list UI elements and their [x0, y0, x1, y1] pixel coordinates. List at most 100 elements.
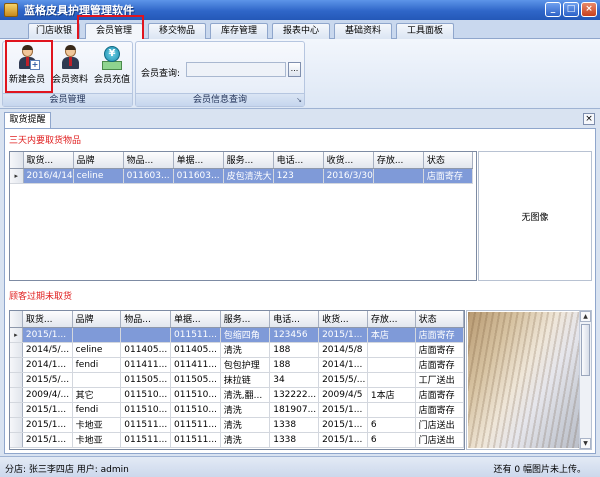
row-header-corner: [10, 311, 23, 328]
table-cell: 卡地亚: [72, 417, 122, 433]
row-selector[interactable]: [10, 357, 23, 373]
close-tab-icon[interactable]: ×: [583, 113, 595, 125]
row-selector[interactable]: ▸: [10, 327, 23, 343]
new-member-icon: +: [16, 45, 40, 70]
table-cell: 2015/1...: [22, 402, 73, 418]
image-scrollbar[interactable]: ▲ ▼: [579, 311, 591, 449]
overdue-grid[interactable]: 取货... 品牌 物品... 单据... 服务... 电话... 收货... 存放... 状态 ▸…: [9, 310, 465, 450]
tab-tools[interactable]: 工具面板: [396, 23, 454, 39]
column-header[interactable]: 收货...: [323, 152, 374, 169]
member-query-input[interactable]: [186, 62, 286, 77]
table-cell: 123456: [269, 327, 320, 343]
column-header[interactable]: 存放...: [367, 311, 416, 328]
row-selector[interactable]: [10, 402, 23, 418]
scroll-up-icon[interactable]: ▲: [580, 311, 591, 322]
close-button[interactable]: ×: [581, 2, 597, 17]
table-cell: 2009/4/...: [22, 387, 73, 403]
row-selector[interactable]: [10, 417, 23, 433]
column-header[interactable]: 单据...: [170, 311, 221, 328]
table-cell: 皮包清洗大: [223, 168, 274, 184]
member-management-group: + 新建会员 会员资料 ¥ 会员充值 会员管理: [2, 41, 133, 107]
table-cell: 34: [269, 372, 320, 388]
member-query-browse-button[interactable]: ...: [288, 62, 301, 77]
table-row[interactable]: 2009/4/... 其它 011510... 011510... 清洗,翻... 132…: [10, 387, 464, 403]
table-cell: 门店送出: [415, 432, 464, 448]
table-row[interactable]: ▸ 2015/1... 011511... 包缩四角 123456 2015/1... 本店…: [10, 327, 464, 343]
table-cell: 店面寄存: [423, 168, 473, 184]
table-cell: 2015/1...: [318, 417, 368, 433]
column-header[interactable]: 状态: [423, 152, 473, 169]
new-member-button[interactable]: + 新建会员: [7, 44, 47, 90]
column-header[interactable]: 取货...: [23, 152, 74, 169]
tab-pickup-reminder[interactable]: 取货提醒: [4, 112, 51, 128]
column-header[interactable]: 单据...: [173, 152, 224, 169]
member-info-button[interactable]: 会员资料: [50, 44, 90, 90]
column-header[interactable]: 服务...: [223, 152, 274, 169]
table-cell: 2014/1...: [22, 357, 73, 373]
column-header[interactable]: 服务...: [220, 311, 271, 328]
table-cell: 2015/1...: [22, 327, 73, 343]
column-header[interactable]: 品牌: [73, 152, 124, 169]
member-query-label: 会员查询:: [141, 69, 181, 79]
table-row[interactable]: 2015/1... 卡地亚 011511... 011511... 清洗 1338 2015…: [10, 432, 464, 448]
column-header[interactable]: 电话...: [273, 152, 324, 169]
table-cell: 包包护理: [220, 357, 271, 373]
due-soon-grid[interactable]: 取货... 品牌 物品... 单据... 服务... 电话... 收货... 存放... 状态 ▸…: [9, 151, 477, 281]
table-cell: 011405...: [170, 342, 221, 358]
row-selector[interactable]: ▸: [10, 168, 24, 184]
tab-basic-data[interactable]: 基础资料: [334, 23, 392, 39]
table-cell: [120, 327, 172, 343]
overdue-table: 取货... 品牌 物品... 单据... 服务... 电话... 收货... 存放... 状态 ▸…: [10, 311, 464, 448]
column-header[interactable]: 状态: [415, 311, 464, 328]
status-store-user: 分店: 张三李四店 用户: admin: [5, 465, 129, 475]
table-row[interactable]: 2015/1... 卡地亚 011511... 011511... 清洗 1338 2015…: [10, 417, 464, 433]
table-cell: 卡地亚: [72, 432, 122, 448]
scroll-down-icon[interactable]: ▼: [580, 438, 591, 449]
column-header[interactable]: 收货...: [318, 311, 368, 328]
tab-reports[interactable]: 报表中心: [272, 23, 330, 39]
column-header[interactable]: 存放...: [373, 152, 424, 169]
table-cell: celine: [73, 168, 124, 184]
column-header[interactable]: 物品...: [123, 152, 174, 169]
table-cell: 011511...: [170, 417, 221, 433]
table-row[interactable]: 2014/5/... celine 011405... 011405... 清洗 188 2…: [10, 342, 464, 358]
column-header[interactable]: 取货...: [22, 311, 73, 328]
row-selector[interactable]: [10, 387, 23, 403]
tab-checkout[interactable]: 门店收银: [28, 23, 80, 39]
tab-transfer-items[interactable]: 移交物品: [148, 23, 206, 39]
table-cell: 清洗: [220, 417, 271, 433]
row-selector[interactable]: [10, 432, 23, 448]
table-cell: 188: [269, 342, 320, 358]
table-row[interactable]: ▸ 2016/4/14 celine 011603... 011603... 皮包清洗大 1…: [10, 168, 473, 184]
table-cell: 011405...: [120, 342, 172, 358]
item-photo: [468, 312, 590, 448]
table-cell: 011511...: [170, 327, 221, 343]
tab-inventory[interactable]: 库存管理: [210, 23, 268, 39]
member-recharge-label: 会员充值: [93, 75, 130, 85]
scroll-thumb[interactable]: [581, 324, 590, 376]
maximize-button[interactable]: □: [563, 2, 579, 17]
table-cell: 1338: [269, 417, 320, 433]
column-header[interactable]: 物品...: [120, 311, 172, 328]
tab-member-management[interactable]: 会员管理: [85, 23, 143, 40]
table-cell: 011510...: [170, 402, 221, 418]
table-cell: 清洗: [220, 402, 271, 418]
table-cell: 181907...: [269, 402, 320, 418]
status-upload-count: 还有 0 幅图片未上传。: [493, 465, 586, 475]
table-cell: 011510...: [120, 402, 172, 418]
row-selector[interactable]: [10, 372, 23, 388]
table-cell: 011510...: [120, 387, 172, 403]
column-header[interactable]: 品牌: [72, 311, 122, 328]
minimize-button[interactable]: _: [545, 2, 561, 17]
row-selector[interactable]: [10, 342, 23, 358]
table-cell: 6: [367, 432, 416, 448]
member-recharge-button[interactable]: ¥ 会员充值: [92, 44, 132, 90]
column-header[interactable]: 电话...: [269, 311, 320, 328]
table-row[interactable]: 2014/1... fendi 011411... 011411... 包包护理 188 2…: [10, 357, 464, 373]
table-row[interactable]: 2015/1... fendi 011510... 011510... 清洗 181907…: [10, 402, 464, 418]
dialog-launcher-icon[interactable]: ↘: [296, 96, 302, 104]
table-cell: fendi: [72, 357, 122, 373]
table-cell: 2016/3/30: [323, 168, 374, 184]
table-row[interactable]: 2015/5/... 011505... 011505... 抹拉链 34 2015/5/…: [10, 372, 464, 388]
recharge-icon: ¥: [101, 46, 123, 70]
